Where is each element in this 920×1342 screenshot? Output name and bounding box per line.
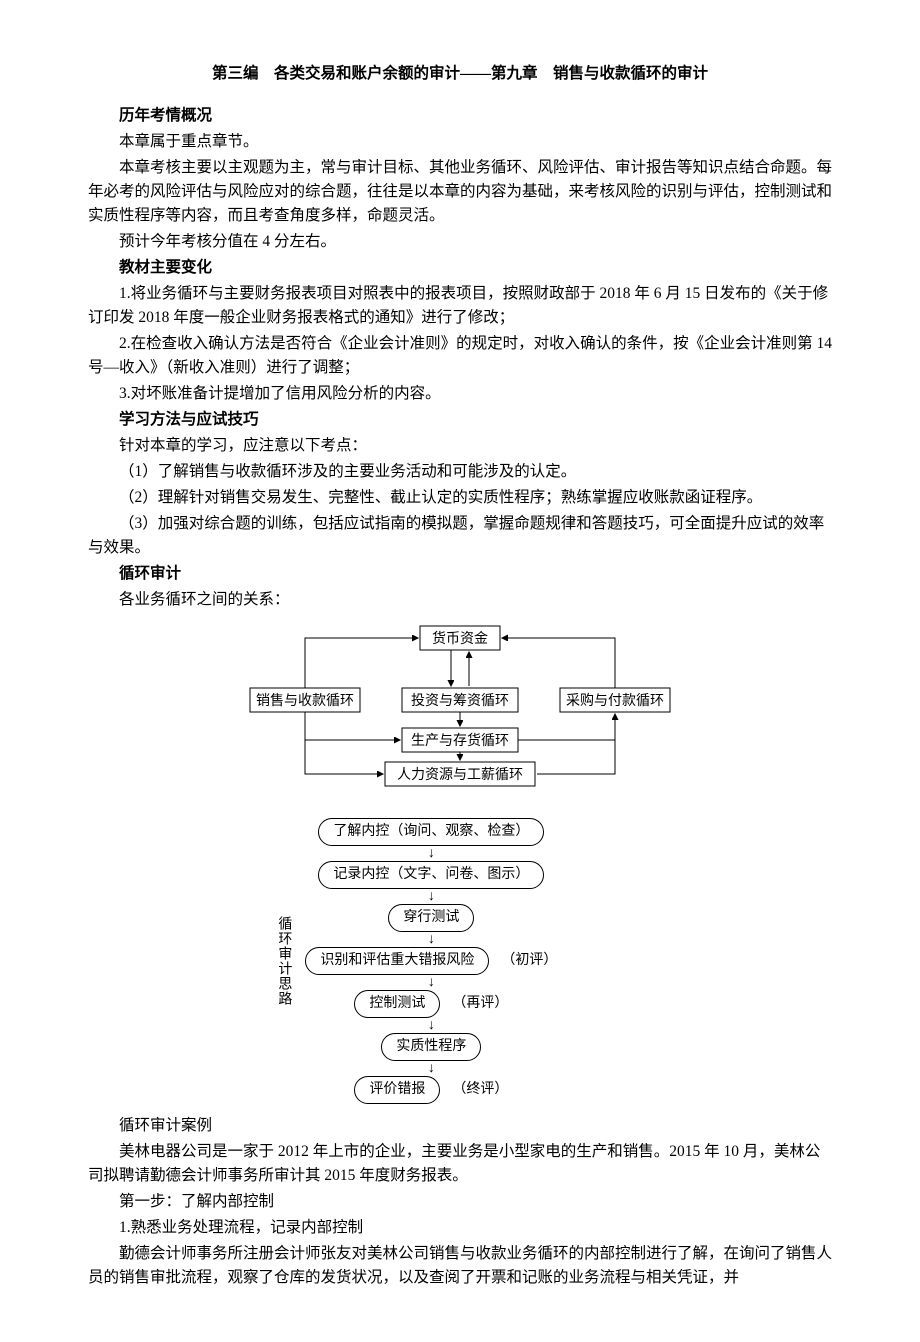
- paragraph: 本章考核主要以主观题为主，常与审计目标、其他业务循环、风险评估、审计报告等知识点…: [88, 156, 832, 228]
- down-arrow-icon: ↓: [428, 1062, 435, 1076]
- cycle-diagram-svg: 货币资金 销售与收款循环 投资与筹资循环 采购与付款循环 生产与存货循环 人力资…: [230, 618, 690, 808]
- flow-step-box: 穿行测试: [388, 904, 474, 932]
- paragraph: 循环审计案例: [88, 1114, 832, 1138]
- section-heading-changes: 教材主要变化: [88, 256, 832, 280]
- box-invest-cycle: 投资与筹资循环: [411, 692, 509, 709]
- flow-step: 了解内控（询问、观察、检查）: [301, 818, 561, 846]
- down-arrow-icon: ↓: [428, 1019, 435, 1033]
- down-arrow-icon: ↓: [428, 847, 435, 861]
- down-arrow-icon: ↓: [428, 890, 435, 904]
- flow-step: 控制测试 （再评）: [301, 990, 561, 1018]
- flow-side-label: 循环审计思路: [275, 916, 292, 1006]
- paragraph: 2.在检查收入确认方法是否符合《企业会计准则》的规定时，对收入确认的条件，按《企…: [88, 332, 832, 380]
- flow-step-box: 识别和评估重大错报风险: [305, 947, 489, 975]
- paragraph: （1）了解销售与收款循环涉及的主要业务活动和可能涉及的认定。: [88, 460, 832, 484]
- down-arrow-icon: ↓: [428, 933, 435, 947]
- box-production-cycle: 生产与存货循环: [411, 732, 509, 749]
- paragraph: 1.熟悉业务处理流程，记录内部控制: [88, 1216, 832, 1240]
- flow-step: 记录内控（文字、问卷、图示）: [301, 861, 561, 889]
- paragraph: 1.将业务循环与主要财务报表项目对照表中的报表项目，按照财政部于 2018 年 …: [88, 282, 832, 330]
- box-purchase-cycle: 采购与付款循环: [566, 693, 664, 709]
- flow-step: 穿行测试: [301, 904, 561, 932]
- paragraph: 美林电器公司是一家于 2012 年上市的企业，主要业务是小型家电的生产和销售。2…: [88, 1140, 832, 1188]
- paragraph: （2）理解针对销售交易发生、完整性、截止认定的实质性程序；熟练掌握应收账款函证程…: [88, 486, 832, 510]
- flow-step: 识别和评估重大错报风险 （初评）: [301, 947, 561, 975]
- flow-step-box: 记录内控（文字、问卷、图示）: [318, 861, 544, 889]
- section-heading-method: 学习方法与应试技巧: [88, 408, 832, 432]
- paragraph: 第一步：了解内部控制: [88, 1190, 832, 1214]
- paragraph: 3.对坏账准备计提增加了信用风险分析的内容。: [88, 382, 832, 406]
- page-title: 第三编 各类交易和账户余额的审计——第九章 销售与收款循环的审计: [88, 62, 832, 86]
- flow-step-note: （再评）: [452, 993, 508, 1015]
- audit-cycle-flow: 循环审计思路 了解内控（询问、观察、检查）↓记录内控（文字、问卷、图示）↓穿行测…: [88, 818, 832, 1104]
- box-sales-cycle: 销售与收款循环: [256, 693, 354, 709]
- paragraph: 预计今年考核分值在 4 分左右。: [88, 230, 832, 254]
- flow-step-box: 实质性程序: [381, 1033, 481, 1061]
- flow-step-box: 评价错报: [354, 1076, 440, 1104]
- section-heading-cycle: 循环审计: [88, 562, 832, 586]
- flow-step: 评价错报 （终评）: [301, 1076, 561, 1104]
- flow-step-note: （初评）: [501, 950, 557, 972]
- flow-step-box: 控制测试: [354, 990, 440, 1018]
- down-arrow-icon: ↓: [428, 976, 435, 990]
- box-money: 货币资金: [432, 630, 488, 647]
- flow-step-box: 了解内控（询问、观察、检查）: [318, 818, 544, 846]
- section-heading-exam: 历年考情概况: [88, 104, 832, 128]
- paragraph: 勤德会计师事务所注册会计师张友对美林公司销售与收款业务循环的内部控制进行了解，在…: [88, 1242, 832, 1290]
- flow-step-note: （终评）: [452, 1079, 508, 1101]
- flow-steps-container: 了解内控（询问、观察、检查）↓记录内控（文字、问卷、图示）↓穿行测试↓识别和评估…: [301, 818, 561, 1104]
- cycle-relationship-diagram: 货币资金 销售与收款循环 投资与筹资循环 采购与付款循环 生产与存货循环 人力资…: [88, 618, 832, 808]
- paragraph: （3）加强对综合题的训练，包括应试指南的模拟题，掌握命题规律和答题技巧，可全面提…: [88, 512, 832, 560]
- paragraph: 各业务循环之间的关系：: [88, 588, 832, 612]
- paragraph: 针对本章的学习，应注意以下考点：: [88, 434, 832, 458]
- box-hr-cycle: 人力资源与工薪循环: [397, 767, 523, 783]
- flow-step: 实质性程序: [301, 1033, 561, 1061]
- document-page: 第三编 各类交易和账户余额的审计——第九章 销售与收款循环的审计 历年考情概况 …: [0, 0, 920, 1342]
- paragraph: 本章属于重点章节。: [88, 130, 832, 154]
